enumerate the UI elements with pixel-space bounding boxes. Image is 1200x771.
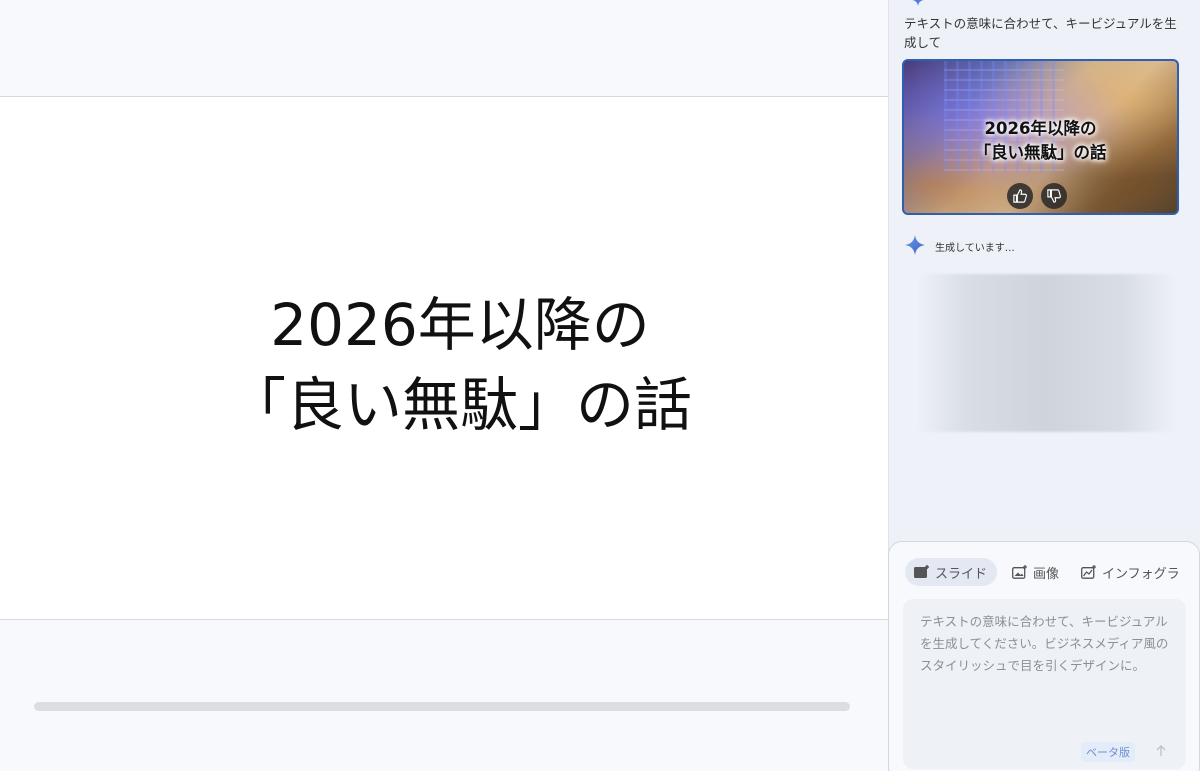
arrow-up-icon <box>1156 745 1166 756</box>
dislike-button[interactable] <box>1041 183 1067 209</box>
slide-title-line1: 2026年以降の <box>270 291 650 359</box>
tab-image[interactable]: 画像 <box>1012 558 1059 586</box>
send-button[interactable] <box>1150 740 1172 762</box>
user-message: テキストの意味に合わせて、キービジュアルを生成して <box>904 16 1177 50</box>
like-button[interactable] <box>1007 183 1033 209</box>
tab-infographic-label: インフォグラ <box>1102 566 1180 582</box>
slide-title-line2: 「良い無駄」の話 <box>227 371 692 439</box>
slide-preview[interactable]: 2026年以降の 「良い無駄」の話 <box>0 96 888 620</box>
generated-image-thumbnail[interactable]: 2026年以降の 「良い無駄」の話 <box>902 59 1179 215</box>
sparkle-icon <box>912 0 924 6</box>
horizontal-scrollbar[interactable] <box>34 702 850 711</box>
generation-status: 生成しています… <box>935 243 1015 254</box>
image-caption-line2: 「良い無駄」の話 <box>974 143 1107 162</box>
prompt-text[interactable]: テキストの意味に合わせて、キービジュアルを生成してください。ビジネスメディア風の… <box>920 611 1178 677</box>
image-caption-line1: 2026年以降の <box>984 119 1097 138</box>
thumbs-up-icon <box>1013 189 1027 203</box>
slide-icon <box>914 565 930 579</box>
loading-placeholder <box>915 274 1177 432</box>
image-icon <box>1012 565 1028 579</box>
tab-slide-label: スライド <box>935 566 988 582</box>
tab-slide[interactable]: スライド <box>905 558 997 586</box>
slide-title[interactable]: 2026年以降の 「良い無駄」の話 <box>0 285 920 445</box>
infographic-icon <box>1081 565 1097 579</box>
tab-infographic[interactable]: インフォグラ <box>1081 558 1198 586</box>
image-caption: 2026年以降の 「良い無駄」の話 <box>904 117 1177 165</box>
sparkle-icon <box>905 235 925 255</box>
thumbs-down-icon <box>1047 189 1061 203</box>
beta-badge: ベータ版 <box>1081 742 1135 762</box>
tab-image-label: 画像 <box>1033 566 1060 582</box>
canvas-area: 2026年以降の 「良い無駄」の話 <box>0 0 888 771</box>
